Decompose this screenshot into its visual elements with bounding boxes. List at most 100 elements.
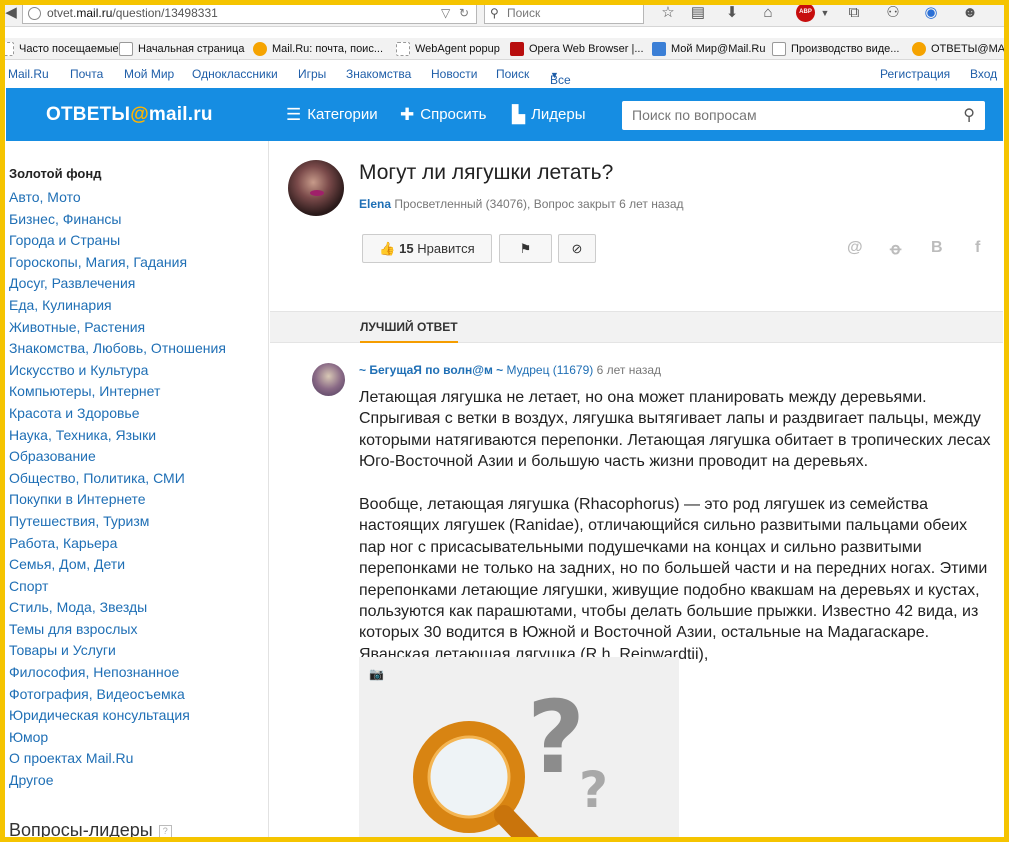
bookmark-item[interactable]: Мой Мир@Mail.Ru <box>652 41 765 57</box>
star-icon[interactable]: ☆ <box>658 3 678 23</box>
portal-link[interactable]: Знакомства <box>346 67 411 81</box>
url-path: /question/13498331 <box>112 6 218 20</box>
question-search-input[interactable]: Поиск по вопросам ⚲ <box>622 101 985 130</box>
video-icon <box>772 42 786 56</box>
portal-link[interactable]: Новости <box>431 67 477 81</box>
category-link[interactable]: Покупки в Интернете <box>9 489 226 511</box>
clipboard-icon[interactable]: ▤ <box>688 3 708 23</box>
site-header: ОТВЕТЫ@mail.ru ☰ Категории ✚ Спросить ▙ Лид… <box>6 88 1003 141</box>
bookmark-item[interactable]: Opera Web Browser |... <box>510 41 644 57</box>
category-link[interactable]: Другое <box>9 770 226 792</box>
category-link[interactable]: Семья, Дом, Дети <box>9 554 226 576</box>
category-link[interactable]: Города и Страны <box>9 230 226 252</box>
bookmark-item[interactable]: Mail.Ru: почта, поис... <box>253 41 383 57</box>
portal-link[interactable]: Одноклассники <box>192 67 278 81</box>
author-link[interactable]: Elena <box>359 197 391 211</box>
answer-author-avatar[interactable] <box>312 363 345 396</box>
category-link[interactable]: Авто, Мото <box>9 187 226 209</box>
answer-image[interactable]: 📷 ? ? <box>359 657 679 842</box>
category-link[interactable]: Общество, Политика, СМИ <box>9 468 226 490</box>
portal-link[interactable]: Почта <box>70 67 103 81</box>
like-button[interactable]: 👍 15 Нравится <box>362 234 492 263</box>
reload-icon[interactable]: ↻ <box>459 4 469 23</box>
bookmark-item[interactable]: Начальная страница <box>119 41 244 57</box>
download-icon[interactable]: ⬇ <box>722 3 742 23</box>
help-icon[interactable]: ? <box>158 825 172 838</box>
thumbs-up-icon: 👍 <box>379 241 396 256</box>
category-link[interactable]: Спорт <box>9 576 226 598</box>
bookmarks-bar: Часто посещаемые Начальная страница Mail… <box>0 38 1009 60</box>
category-link[interactable]: Фотография, Видеосъемка <box>9 684 226 706</box>
answer-body: Летающая лягушка не летает, но она может… <box>359 387 994 687</box>
nav-leaders[interactable]: ▙ Лидеры <box>512 105 586 125</box>
url-domain: mail.ru <box>76 6 113 20</box>
nav-ask[interactable]: ✚ Спросить <box>400 105 486 125</box>
share-vk-icon[interactable]: В <box>931 239 943 257</box>
home-icon[interactable]: ⌂ <box>758 3 778 23</box>
back-icon[interactable]: ◀ <box>1 3 21 23</box>
category-link[interactable]: Стиль, Мода, Звезды <box>9 597 226 619</box>
answer-author-link[interactable]: ~ БегущаЯ по волн@м ~ <box>359 363 503 377</box>
category-link[interactable]: Красота и Здоровье <box>9 403 226 425</box>
category-link[interactable]: Юридическая консультация <box>9 705 226 727</box>
chat-icon[interactable]: ☻ <box>960 3 980 23</box>
extension-icon[interactable]: ⧉ <box>844 3 864 23</box>
category-link[interactable]: Путешествия, Туризм <box>9 511 226 533</box>
bookmark-button[interactable]: ⚑ <box>499 234 552 263</box>
category-link[interactable]: Работа, Карьера <box>9 533 226 555</box>
adblock-icon[interactable]: ABP <box>796 3 815 22</box>
search-icon[interactable]: ⚲ <box>963 101 975 130</box>
category-link[interactable]: Наука, Техника, Языки <box>9 425 226 447</box>
share-extension-icon[interactable]: ⚇ <box>883 3 903 23</box>
portal-link[interactable]: Мой Мир <box>124 67 174 81</box>
category-link[interactable]: Животные, Растения <box>9 317 226 339</box>
category-link[interactable]: Образование <box>9 446 226 468</box>
category-link[interactable]: Еда, Кулинария <box>9 295 226 317</box>
address-bar[interactable]: otvet.mail.ru/question/13498331 ▽ ↻ <box>22 3 477 24</box>
site-logo[interactable]: ОТВЕТЫ@mail.ru <box>46 104 213 126</box>
category-link[interactable]: Товары и Услуги <box>9 640 226 662</box>
mailru-at-icon <box>253 42 267 56</box>
author-avatar[interactable] <box>288 160 344 216</box>
profile-icon[interactable]: ◉ <box>921 3 941 23</box>
answer-paragraph: Вообще, летающая лягушка (Rhacophorus) —… <box>359 496 988 663</box>
gold-fund-heading[interactable]: Золотой фонд <box>9 166 101 181</box>
category-link[interactable]: Юмор <box>9 727 226 749</box>
category-link[interactable]: Темы для взрослых <box>9 619 226 641</box>
category-link[interactable]: Бизнес, Финансы <box>9 209 226 231</box>
category-link[interactable]: О проектах Mail.Ru <box>9 748 226 770</box>
dropdown-arrow-icon[interactable]: ▽ <box>441 4 450 23</box>
tab-best-answer[interactable]: ЛУЧШИЙ ОТВЕТ <box>360 320 458 343</box>
camera-icon: 📷 <box>369 667 384 681</box>
list-icon: ☰ <box>286 105 302 124</box>
block-button[interactable]: ⊘ <box>558 234 596 263</box>
bookmark-item[interactable]: WebAgent popup <box>396 41 500 57</box>
portal-link[interactable]: Игры <box>298 67 326 81</box>
block-icon: ⊘ <box>571 241 583 256</box>
all-projects-link[interactable]: Все проекты ▼ <box>550 67 596 101</box>
nav-categories[interactable]: ☰ Категории <box>286 105 378 125</box>
bookmark-item[interactable]: Производство виде... <box>772 41 899 57</box>
browser-toolbar: ◀ otvet.mail.ru/question/13498331 ▽ ↻ ⚲ … <box>0 0 1009 27</box>
category-link[interactable]: Досуг, Развлечения <box>9 273 226 295</box>
category-link[interactable]: Знакомства, Любовь, Отношения <box>9 338 226 360</box>
share-odnoklassniki-icon[interactable]: ꝋ <box>890 239 901 259</box>
category-link[interactable]: Искусство и Культура <box>9 360 226 382</box>
login-link[interactable]: Вход <box>970 67 997 81</box>
portal-link[interactable]: Поиск <box>496 67 529 81</box>
bookmark-item[interactable]: Часто посещаемые <box>0 41 119 57</box>
share-mail-icon[interactable]: @ <box>847 239 863 257</box>
share-facebook-icon[interactable]: f <box>975 239 980 257</box>
svg-text:?: ? <box>579 761 608 819</box>
portal-link[interactable]: Mail.Ru <box>8 67 49 81</box>
category-link[interactable]: Гороскопы, Магия, Гадания <box>9 252 226 274</box>
bar-chart-icon: ▙ <box>512 105 526 124</box>
bookmark-item[interactable]: ОТВЕТЫ@MAIL... <box>912 41 1009 57</box>
chevron-down-icon[interactable]: ▼ <box>815 3 835 23</box>
otvety-icon <box>912 42 926 56</box>
browser-search-field[interactable]: ⚲ Поиск <box>484 3 644 24</box>
category-link[interactable]: Философия, Непознанное <box>9 662 226 684</box>
category-link[interactable]: Компьютеры, Интернет <box>9 381 226 403</box>
register-link[interactable]: Регистрация <box>880 67 950 81</box>
portal-bar: Mail.Ru Почта Мой Мир Одноклассники Игры… <box>0 61 1009 101</box>
